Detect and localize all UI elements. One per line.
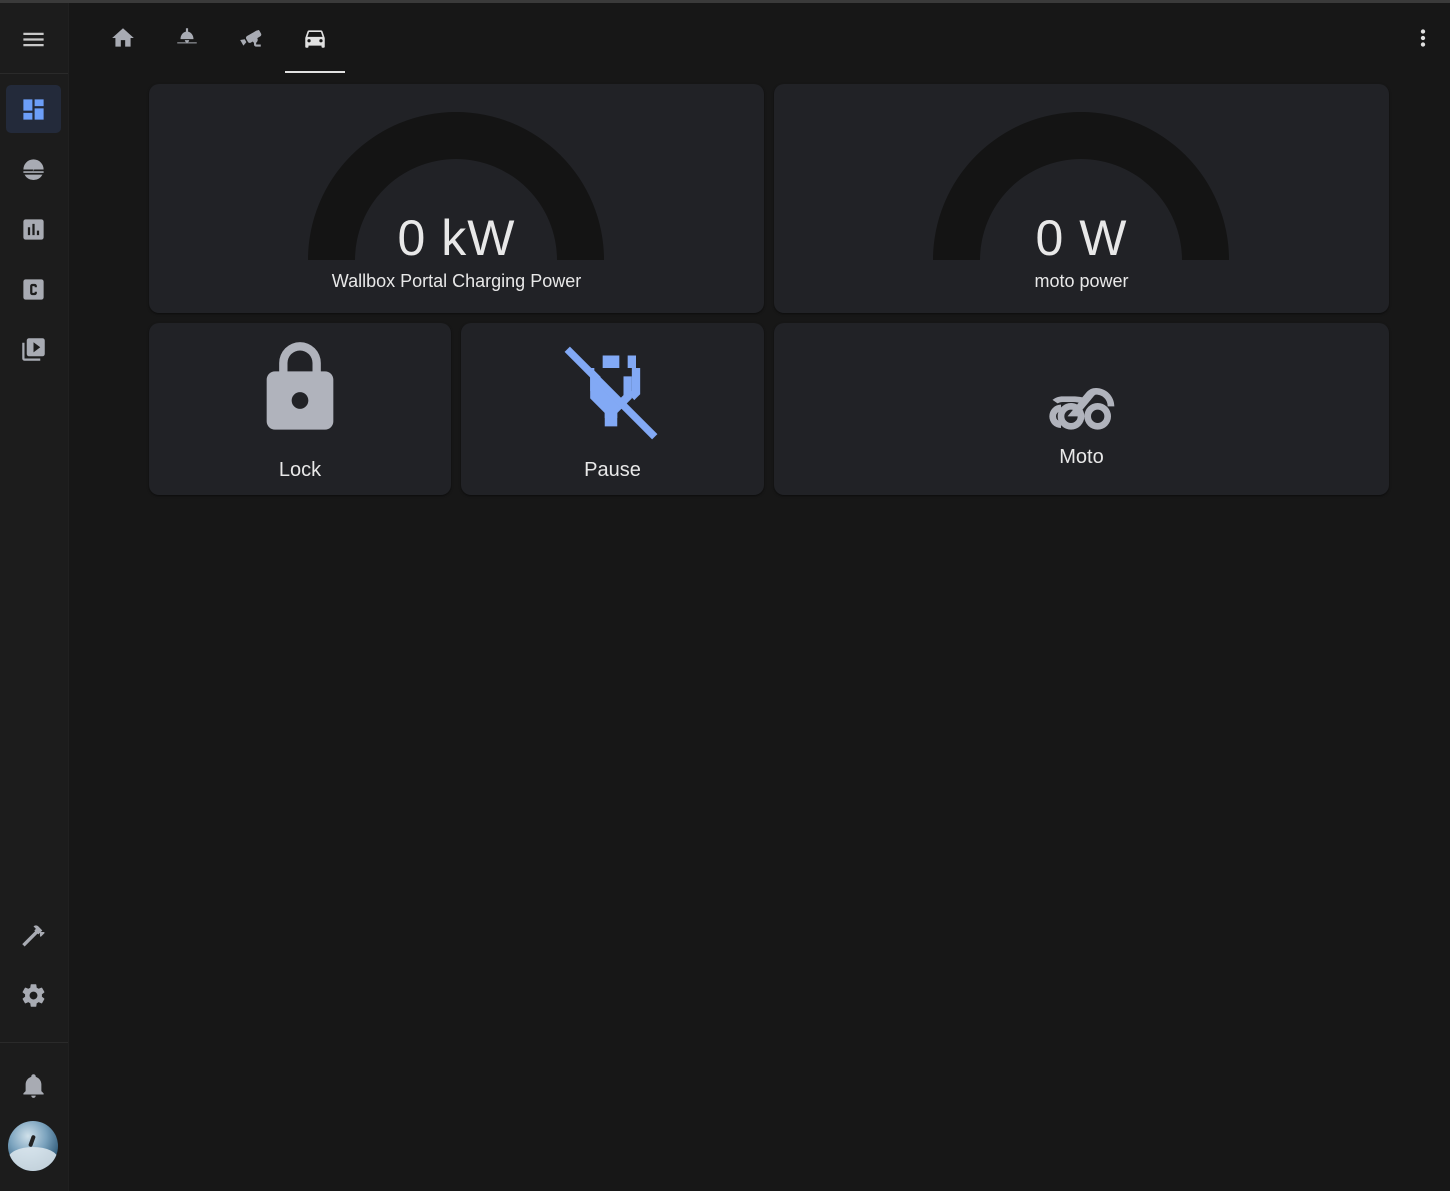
energy-icon[interactable] <box>6 145 61 193</box>
media-icon[interactable] <box>6 325 61 373</box>
home-icon <box>112 28 134 47</box>
lock-button[interactable]: Lock <box>149 323 451 495</box>
tab-lights[interactable] <box>157 3 217 73</box>
dashboard-icon[interactable] <box>6 85 61 133</box>
gauge-value: 0 W <box>1035 210 1128 266</box>
ceiling-light-icon <box>177 28 197 44</box>
pause-button[interactable]: Pause <box>461 323 764 495</box>
overflow-menu-button[interactable] <box>1408 23 1438 53</box>
tab-home[interactable] <box>93 3 153 73</box>
lock-label: Lock <box>278 459 322 481</box>
menu-icon[interactable] <box>6 15 61 63</box>
cctv-icon <box>240 29 262 47</box>
gauge-card-moto-power[interactable]: 0 W moto power <box>774 84 1389 313</box>
sidebar <box>0 3 69 1191</box>
top-toolbar <box>69 3 1450 73</box>
tab-car[interactable] <box>285 3 345 73</box>
power-plug-off-icon <box>564 346 658 440</box>
calendar-c-icon[interactable] <box>6 265 61 313</box>
history-icon[interactable] <box>6 205 61 253</box>
user-avatar[interactable] <box>8 1121 58 1171</box>
settings-icon[interactable] <box>6 971 61 1019</box>
notifications-icon[interactable] <box>6 1061 61 1109</box>
sidebar-divider <box>0 1042 68 1043</box>
gauge-card-charging-power[interactable]: 0 kW Wallbox Portal Charging Power <box>149 84 764 313</box>
gauge-name: moto power <box>1034 271 1129 291</box>
lock-icon <box>266 342 334 430</box>
sidebar-divider <box>0 73 68 74</box>
avatar-wave <box>8 1147 58 1171</box>
gauge-value: 0 kW <box>397 210 516 266</box>
developer-tools-icon[interactable] <box>6 911 61 959</box>
dots-vertical-icon <box>1420 29 1426 47</box>
motorbike-icon <box>1049 388 1115 430</box>
moto-label: Moto <box>1059 446 1104 468</box>
pause-label: Pause <box>584 459 641 481</box>
car-icon <box>305 30 325 48</box>
moto-button[interactable]: Moto <box>774 323 1389 495</box>
avatar-surfer <box>28 1134 36 1148</box>
tab-cameras[interactable] <box>221 3 281 73</box>
gauge-name: Wallbox Portal Charging Power <box>331 271 582 291</box>
